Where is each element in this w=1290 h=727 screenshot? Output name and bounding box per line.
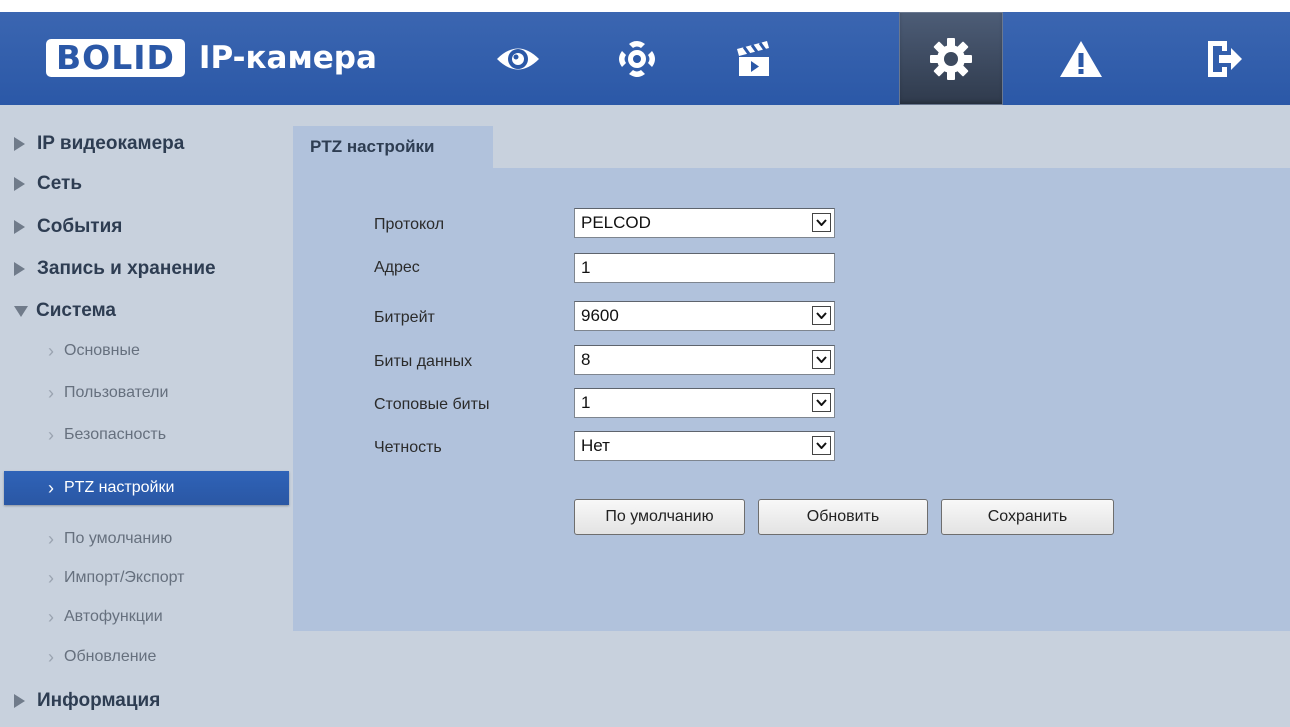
- sidebar-item-system[interactable]: Система: [0, 293, 290, 329]
- sidebar-item-label: Автофункции: [64, 608, 163, 625]
- default-button[interactable]: По умолчанию: [574, 499, 745, 535]
- sidebar-item-ip-camera[interactable]: IP видеокамера: [0, 126, 290, 162]
- stop-bits-value: 1: [581, 393, 591, 412]
- expand-arrow-icon: [14, 177, 25, 191]
- data-bits-label: Биты данных: [374, 353, 473, 370]
- nav-logout-button[interactable]: [1172, 12, 1276, 105]
- chevron-right-icon: ›: [48, 477, 54, 498]
- parity-value: Нет: [581, 436, 610, 455]
- sidebar-item-label: Сеть: [37, 173, 83, 194]
- clapperboard-icon: [733, 39, 773, 79]
- brand-logo: BOLID IP-камера: [46, 35, 377, 81]
- chevron-right-icon: ›: [48, 340, 54, 361]
- eye-icon: [495, 44, 541, 74]
- nav-playback-button[interactable]: [701, 12, 805, 105]
- sidebar-item-auto-functions[interactable]: › Автофункции: [0, 600, 290, 634]
- sidebar-item-default[interactable]: › По умолчанию: [0, 522, 290, 556]
- sidebar-item-network[interactable]: Сеть: [0, 166, 290, 202]
- chevron-right-icon: ›: [48, 424, 54, 445]
- sidebar-item-security[interactable]: › Безопасность: [0, 418, 290, 452]
- address-label: Адрес: [374, 259, 420, 276]
- parity-select[interactable]: Нет: [574, 431, 835, 461]
- chevron-down-icon: [812, 436, 831, 455]
- sidebar-item-update[interactable]: › Обновление: [0, 640, 290, 674]
- chevron-right-icon: ›: [48, 528, 54, 549]
- sidebar-item-label: IP видеокамера: [37, 133, 185, 154]
- sidebar-item-label: Основные: [64, 342, 140, 359]
- address-input[interactable]: 1: [574, 253, 835, 283]
- sidebar-item-label: Безопасность: [64, 426, 167, 443]
- expand-arrow-icon: [14, 694, 25, 708]
- stop-bits-select[interactable]: 1: [574, 388, 835, 418]
- chevron-right-icon: ›: [48, 382, 54, 403]
- protocol-select[interactable]: PELCOD: [574, 208, 835, 238]
- bolid-logo: BOLID: [46, 39, 185, 77]
- expand-arrow-icon: [14, 220, 25, 234]
- chevron-down-icon: [812, 213, 831, 232]
- sidebar-item-import-export[interactable]: › Импорт/Экспорт: [0, 561, 290, 595]
- collapse-arrow-icon: [14, 305, 28, 317]
- sidebar-item-label: Запись и хранение: [37, 258, 216, 279]
- sidebar-item-label: Информация: [37, 690, 161, 711]
- expand-arrow-icon: [14, 137, 25, 151]
- data-bits-select[interactable]: 8: [574, 345, 835, 375]
- sidebar-item-ptz-settings[interactable]: › PTZ настройки: [4, 471, 289, 505]
- chevron-down-icon: [812, 350, 831, 369]
- chevron-right-icon: ›: [48, 646, 54, 667]
- chevron-right-icon: ›: [48, 567, 54, 588]
- data-bits-value: 8: [581, 350, 591, 369]
- sidebar-item-label: Обновление: [64, 648, 157, 665]
- sidebar-item-label: PTZ настройки: [64, 479, 175, 496]
- sidebar-item-general[interactable]: › Основные: [0, 334, 290, 368]
- tab-ptz-settings[interactable]: PTZ настройки: [293, 126, 493, 168]
- sidebar-item-information[interactable]: Информация: [0, 683, 290, 719]
- chevron-right-icon: ›: [48, 606, 54, 627]
- chevron-down-icon: [812, 393, 831, 412]
- refresh-button[interactable]: Обновить: [758, 499, 928, 535]
- sidebar-item-label: По умолчанию: [64, 530, 173, 547]
- app-window: BOLID IP-камера IP видеокамера Сеть Собы…: [0, 12, 1290, 727]
- sidebar-menu: IP видеокамера Сеть События Запись и хра…: [0, 105, 290, 727]
- sidebar-item-label: Система: [36, 300, 116, 321]
- nav-live-view-button[interactable]: [466, 12, 570, 105]
- address-value: 1: [581, 258, 591, 277]
- protocol-label: Протокол: [374, 216, 445, 233]
- baudrate-select[interactable]: 9600: [574, 301, 835, 331]
- ptz-settings-panel: Протокол PELCOD Адрес 1 Битрейт 9600 Бит…: [293, 168, 1290, 631]
- logout-icon: [1205, 39, 1243, 79]
- sidebar-item-label: Импорт/Экспорт: [64, 569, 185, 586]
- nav-ptz-control-button[interactable]: [585, 12, 689, 105]
- gear-icon: [929, 37, 973, 81]
- top-navigation-bar: BOLID IP-камера: [0, 12, 1290, 105]
- nav-setup-button[interactable]: [899, 12, 1003, 105]
- protocol-value: PELCOD: [581, 213, 651, 232]
- expand-arrow-icon: [14, 262, 25, 276]
- sidebar-item-label: Пользователи: [64, 384, 169, 401]
- nav-alarm-button[interactable]: [1029, 12, 1133, 105]
- parity-label: Четность: [374, 439, 442, 456]
- sidebar-item-recording-storage[interactable]: Запись и хранение: [0, 251, 290, 287]
- baudrate-value: 9600: [581, 306, 619, 325]
- sidebar-item-users[interactable]: › Пользователи: [0, 376, 290, 410]
- baudrate-label: Битрейт: [374, 309, 435, 326]
- warning-icon: [1059, 39, 1103, 79]
- app-title: IP-камера: [198, 40, 377, 76]
- save-button[interactable]: Сохранить: [941, 499, 1114, 535]
- stop-bits-label: Стоповые биты: [374, 396, 490, 413]
- sidebar-item-events[interactable]: События: [0, 209, 290, 245]
- ptz-control-icon: [614, 36, 660, 82]
- chevron-down-icon: [812, 306, 831, 325]
- sidebar-item-label: События: [37, 216, 123, 237]
